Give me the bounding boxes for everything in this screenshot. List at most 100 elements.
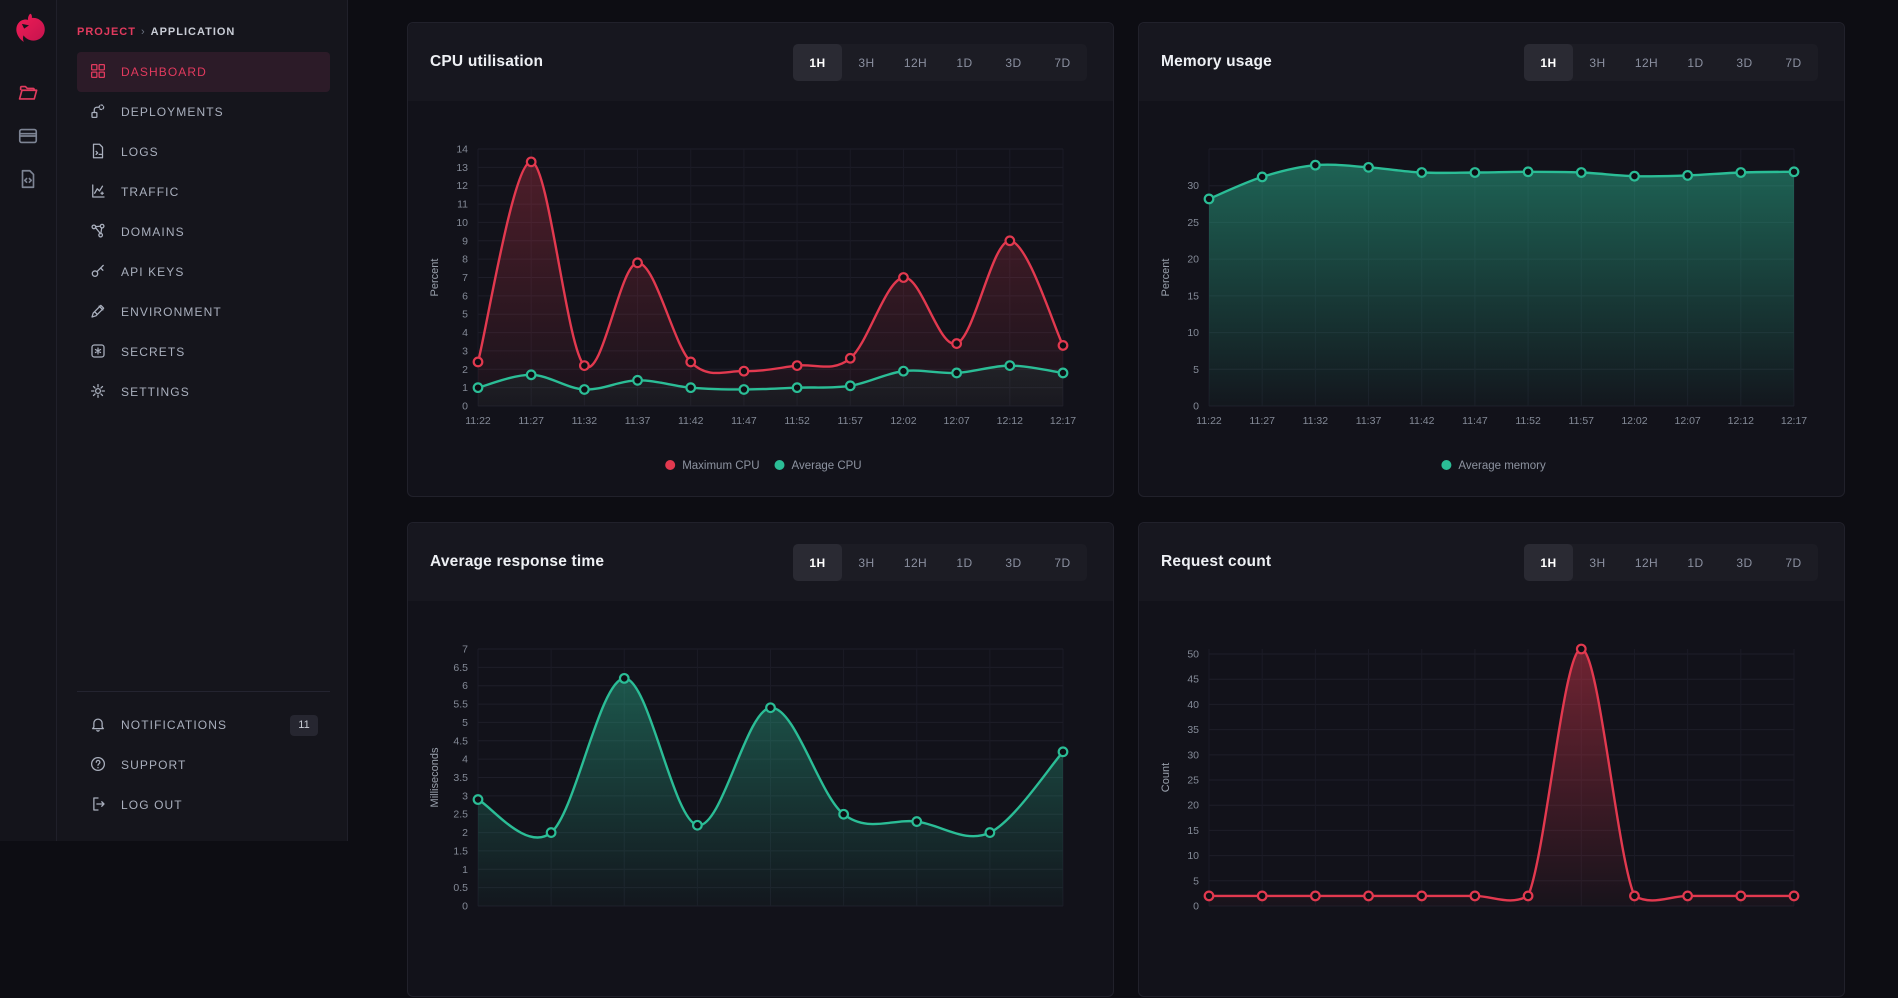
svg-text:0: 0 (462, 901, 468, 913)
svg-text:Maximum CPU: Maximum CPU (682, 460, 759, 472)
svg-text:15: 15 (1187, 825, 1199, 837)
svg-text:11:32: 11:32 (572, 415, 598, 427)
sidebar-item-label: DOMAINS (121, 225, 185, 239)
svg-text:6: 6 (462, 290, 468, 302)
svg-text:Milliseconds: Milliseconds (429, 747, 441, 807)
deployments-icon (89, 102, 107, 123)
svg-text:12:17: 12:17 (1781, 415, 1807, 427)
svg-text:50: 50 (1187, 649, 1199, 661)
sidebar: PROJECT › APPLICATION DASHBOARD DEPLOYMENTS… (57, 0, 348, 841)
svg-text:12:12: 12:12 (1728, 415, 1754, 427)
icon-rail (0, 0, 57, 841)
domains-icon (89, 222, 107, 243)
sidebar-item-support[interactable]: SUPPORT (77, 745, 330, 785)
sidebar-item-domains[interactable]: DOMAINS (77, 212, 330, 252)
sidebar-item-log-out[interactable]: LOG OUT (77, 785, 330, 825)
svg-text:4.5: 4.5 (453, 735, 468, 747)
svg-text:5: 5 (1193, 364, 1199, 376)
svg-text:3: 3 (462, 790, 468, 802)
sidebar-divider (77, 691, 330, 692)
breadcrumb-separator: › (141, 26, 146, 38)
svg-text:3: 3 (462, 345, 468, 357)
sidebar-item-label: SECRETS (121, 345, 185, 359)
svg-text:2: 2 (462, 364, 468, 376)
svg-text:12:02: 12:02 (890, 415, 916, 427)
sidebar-item-traffic[interactable]: TRAFFIC (77, 172, 330, 212)
svg-text:12:02: 12:02 (1621, 415, 1647, 427)
breadcrumb-application[interactable]: APPLICATION (151, 26, 236, 38)
sidebar-menu: DASHBOARD DEPLOYMENTS LOGS TRAFFIC DOMAINS AP… (77, 52, 330, 412)
svg-text:6.5: 6.5 (453, 662, 468, 674)
credit-card-icon[interactable] (17, 125, 39, 147)
sidebar-item-label: API KEYS (121, 265, 185, 279)
nest-cat-logo[interactable] (10, 11, 48, 49)
svg-text:13: 13 (456, 162, 468, 174)
sidebar-item-deployments[interactable]: DEPLOYMENTS (77, 92, 330, 132)
sidebar-item-label: LOGS (121, 145, 159, 159)
sidebar-item-environment[interactable]: ENVIRONMENT (77, 292, 330, 332)
svg-text:2: 2 (462, 827, 468, 839)
secrets-icon (89, 342, 107, 363)
breadcrumb-project[interactable]: PROJECT (77, 26, 136, 38)
svg-text:12:12: 12:12 (997, 415, 1023, 427)
sidebar-item-secrets[interactable]: SECRETS (77, 332, 330, 372)
cpu-utilisation-card: CPU utilisation 1H3H12H1D3D7D 0123456789… (407, 22, 1114, 497)
svg-text:8: 8 (462, 254, 468, 266)
svg-text:11:52: 11:52 (784, 415, 810, 427)
logout-icon (89, 795, 107, 816)
svg-text:11:37: 11:37 (625, 415, 651, 427)
average-response-time-card: Average response time 1H3H12H1D3D7D 00.5… (407, 522, 1114, 997)
sidebar-item-notifications[interactable]: NOTIFICATIONS 11 (77, 705, 330, 745)
sidebar-item-label: DEPLOYMENTS (121, 105, 224, 119)
sidebar-item-dashboard[interactable]: DASHBOARD (77, 52, 330, 92)
svg-text:12:07: 12:07 (1674, 415, 1700, 427)
svg-text:Average CPU: Average CPU (792, 460, 862, 472)
svg-text:0.5: 0.5 (453, 882, 468, 894)
svg-text:7: 7 (462, 644, 468, 656)
svg-text:11:32: 11:32 (1303, 415, 1329, 427)
svg-text:12:17: 12:17 (1050, 415, 1076, 427)
sidebar-item-settings[interactable]: SETTINGS (77, 372, 330, 412)
svg-text:11:42: 11:42 (1409, 415, 1435, 427)
folder-open-icon[interactable] (17, 82, 39, 104)
api-keys-icon (89, 262, 107, 283)
svg-text:5: 5 (1193, 875, 1199, 887)
svg-text:11:42: 11:42 (678, 415, 704, 427)
svg-text:1.5: 1.5 (453, 845, 468, 857)
svg-text:30: 30 (1187, 749, 1199, 761)
sidebar-item-label: ENVIRONMENT (121, 305, 222, 319)
sidebar-item-logs[interactable]: LOGS (77, 132, 330, 172)
svg-text:Count: Count (1160, 763, 1172, 792)
svg-text:11:52: 11:52 (1515, 415, 1541, 427)
file-code-icon[interactable] (17, 168, 39, 190)
svg-text:40: 40 (1187, 699, 1199, 711)
svg-text:5.5: 5.5 (453, 699, 468, 711)
svg-text:3.5: 3.5 (453, 772, 468, 784)
svg-text:12:07: 12:07 (943, 415, 969, 427)
memory-usage-card: Memory usage 1H3H12H1D3D7D 0510152025301… (1138, 22, 1845, 497)
svg-text:30: 30 (1187, 180, 1199, 192)
svg-text:4: 4 (462, 754, 468, 766)
settings-icon (89, 382, 107, 403)
svg-text:2.5: 2.5 (453, 809, 468, 821)
svg-text:11:57: 11:57 (838, 415, 864, 427)
dashboard-icon (89, 62, 107, 83)
svg-text:11:22: 11:22 (1196, 415, 1222, 427)
svg-text:25: 25 (1187, 217, 1199, 229)
traffic-icon (89, 182, 107, 203)
svg-text:0: 0 (462, 401, 468, 413)
svg-text:12: 12 (456, 180, 468, 192)
request-count-card: Request count 1H3H12H1D3D7D 051015202530… (1138, 522, 1845, 997)
svg-text:0: 0 (1193, 901, 1199, 913)
bell-icon (89, 715, 107, 736)
svg-text:5: 5 (462, 309, 468, 321)
cpu-chart: 0123456789101112131411:2211:2711:3211:37… (408, 23, 1115, 498)
logs-icon (89, 142, 107, 163)
sidebar-item-label: DASHBOARD (121, 65, 207, 79)
sidebar-item-api-keys[interactable]: API KEYS (77, 252, 330, 292)
help-icon (89, 755, 107, 776)
notification-count-badge: 11 (290, 715, 318, 736)
svg-text:11:47: 11:47 (731, 415, 757, 427)
sidebar-item-label: NOTIFICATIONS (121, 718, 227, 732)
svg-text:11:57: 11:57 (1569, 415, 1595, 427)
